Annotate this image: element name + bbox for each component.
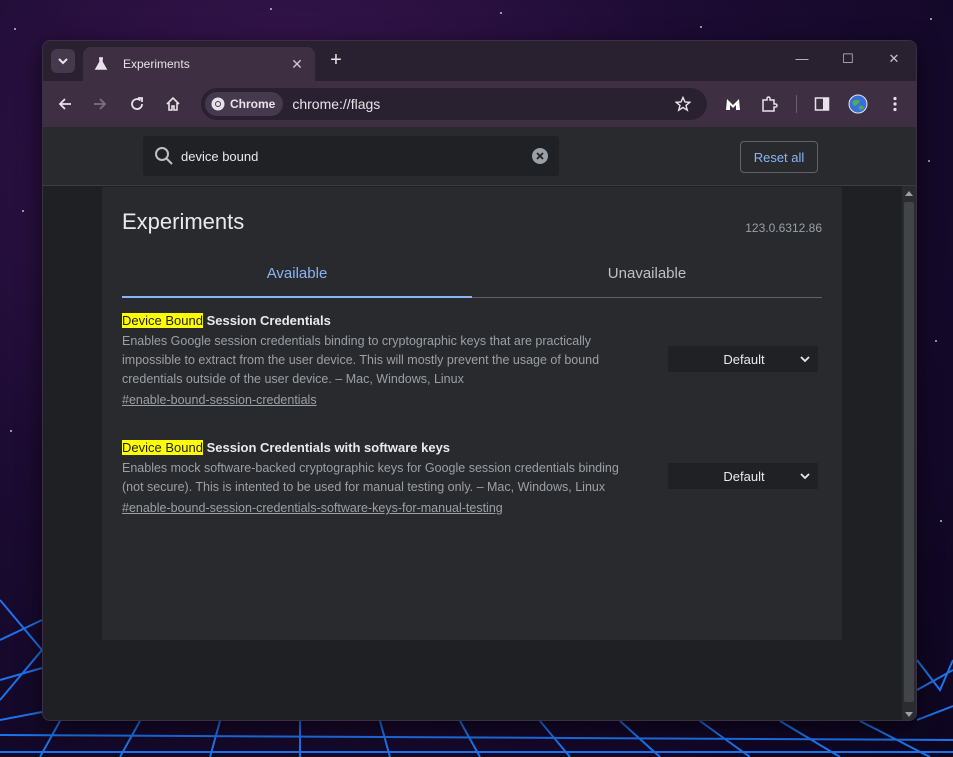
select-value: Default bbox=[723, 351, 765, 367]
site-info-chip[interactable]: Chrome bbox=[205, 92, 284, 116]
flag-description: Enables Google session credentials bindi… bbox=[122, 334, 600, 386]
address-bar[interactable]: Chrome chrome://flags bbox=[201, 88, 707, 120]
maximize-button[interactable]: ☐ bbox=[838, 51, 858, 67]
flag-name-text: Session Credentials bbox=[202, 313, 331, 328]
flags-page: Reset all Experiments 123.0.6312.86 Avai… bbox=[43, 127, 916, 720]
tab-experiments[interactable]: Experiments ✕ bbox=[83, 47, 315, 81]
toolbar: Chrome chrome://flags bbox=[43, 81, 916, 127]
flask-icon bbox=[93, 56, 109, 72]
flag-name-text: Session Credentials with software keys bbox=[202, 440, 451, 455]
chevron-down-icon bbox=[800, 473, 810, 480]
chevron-down-icon bbox=[58, 58, 68, 65]
home-icon bbox=[166, 96, 180, 111]
title-bar: Experiments ✕ + — ☐ ✕ bbox=[43, 41, 916, 81]
experiments-panel: Experiments 123.0.6312.86 Available Unav… bbox=[102, 187, 842, 640]
forward-button[interactable] bbox=[90, 94, 110, 114]
flag-name: Device Bound Session Credentials with so… bbox=[122, 439, 822, 456]
flag-entry: Device Bound Session Credentials Enables… bbox=[122, 312, 822, 409]
extensions-puzzle-icon[interactable] bbox=[759, 94, 779, 114]
tab-unavailable[interactable]: Unavailable bbox=[472, 251, 822, 297]
flag-state-select[interactable]: Default bbox=[668, 346, 818, 372]
home-button[interactable] bbox=[163, 94, 183, 114]
close-window-button[interactable]: ✕ bbox=[884, 51, 904, 67]
flag-permalink[interactable]: #enable-bound-session-credentials bbox=[122, 393, 317, 407]
scrollbar-thumb[interactable] bbox=[904, 202, 914, 702]
url-text[interactable]: chrome://flags bbox=[292, 96, 673, 112]
page-title: Experiments bbox=[122, 209, 245, 234]
arrow-left-icon bbox=[58, 98, 71, 110]
malwarebytes-extension-icon[interactable] bbox=[723, 94, 743, 114]
flags-search-box[interactable] bbox=[143, 136, 559, 176]
flag-description: Enables mock software-backed cryptograph… bbox=[122, 461, 619, 494]
site-chip-label: Chrome bbox=[230, 97, 276, 111]
tab-title: Experiments bbox=[123, 57, 190, 71]
close-tab-icon[interactable]: ✕ bbox=[289, 56, 305, 73]
tab-search-button[interactable] bbox=[51, 49, 75, 73]
reload-button[interactable] bbox=[127, 94, 147, 114]
profile-avatar[interactable] bbox=[848, 94, 868, 114]
toolbar-divider bbox=[796, 95, 797, 113]
flag-entry: Device Bound Session Credentials with so… bbox=[122, 439, 822, 517]
flag-permalink[interactable]: #enable-bound-session-credentials-softwa… bbox=[122, 501, 503, 515]
reset-all-button[interactable]: Reset all bbox=[740, 141, 818, 173]
chrome-logo-icon bbox=[211, 97, 225, 111]
chevron-down-icon bbox=[800, 356, 810, 363]
side-panel-icon[interactable] bbox=[812, 94, 832, 114]
reload-icon bbox=[131, 97, 143, 110]
minimize-button[interactable]: — bbox=[792, 51, 812, 66]
select-value: Default bbox=[723, 468, 765, 484]
flag-state-select[interactable]: Default bbox=[668, 463, 818, 489]
search-icon bbox=[155, 147, 173, 165]
version-label: 123.0.6312.86 bbox=[745, 221, 822, 235]
back-button[interactable] bbox=[55, 94, 75, 114]
flag-tabs: Available Unavailable bbox=[122, 251, 822, 298]
new-tab-button[interactable]: + bbox=[326, 50, 346, 70]
search-highlight: Device Bound bbox=[122, 440, 203, 455]
page-scrollbar[interactable] bbox=[902, 186, 916, 720]
search-highlight: Device Bound bbox=[122, 313, 203, 328]
scroll-down-arrow-icon[interactable] bbox=[905, 712, 913, 717]
clear-search-icon[interactable] bbox=[531, 147, 549, 165]
arrow-right-icon bbox=[94, 98, 107, 110]
tab-available[interactable]: Available bbox=[122, 251, 472, 298]
bookmark-star-icon[interactable] bbox=[673, 94, 693, 114]
scroll-up-arrow-icon[interactable] bbox=[905, 191, 913, 196]
browser-window: Experiments ✕ + — ☐ ✕ Chrome chrome://fl… bbox=[42, 40, 917, 721]
kebab-menu-icon[interactable] bbox=[885, 94, 905, 114]
flag-name: Device Bound Session Credentials bbox=[122, 312, 822, 329]
flags-search-input[interactable] bbox=[181, 148, 531, 164]
flags-search-header: Reset all bbox=[43, 127, 916, 186]
